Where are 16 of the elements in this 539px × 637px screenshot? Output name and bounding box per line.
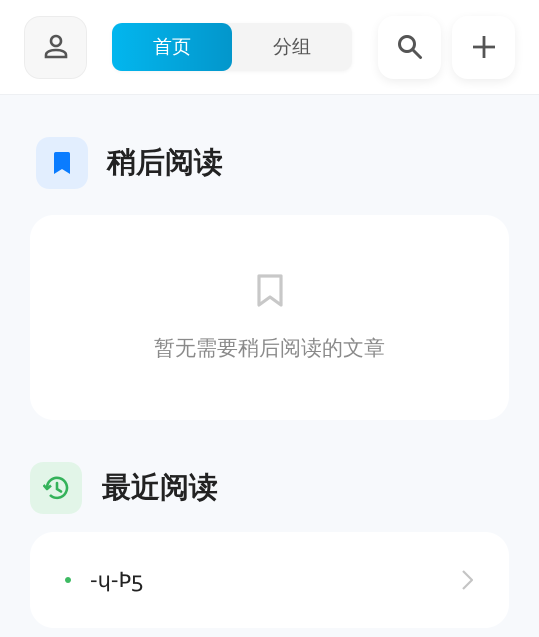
bookmark-icon	[53, 152, 71, 174]
article-title: -ɥ-Þƽ	[90, 568, 144, 592]
article-row[interactable]: -ɥ-Þƽ	[30, 532, 509, 628]
tab[interactable]: 分组	[232, 23, 352, 71]
section-title: 最近阅读	[102, 469, 218, 506]
profile-button[interactable]	[24, 16, 87, 78]
section-title: 稍后阅读	[107, 144, 223, 181]
search-button[interactable]	[378, 16, 441, 78]
empty-message: 暂无需要稍后阅读的文章	[154, 334, 385, 362]
search-icon	[396, 34, 422, 60]
add-button[interactable]	[452, 16, 515, 78]
history-icon	[43, 476, 69, 500]
bookmark-icon	[256, 274, 284, 308]
plus-icon	[472, 36, 494, 58]
chevron-icon	[462, 570, 473, 590]
person-icon	[44, 34, 68, 60]
